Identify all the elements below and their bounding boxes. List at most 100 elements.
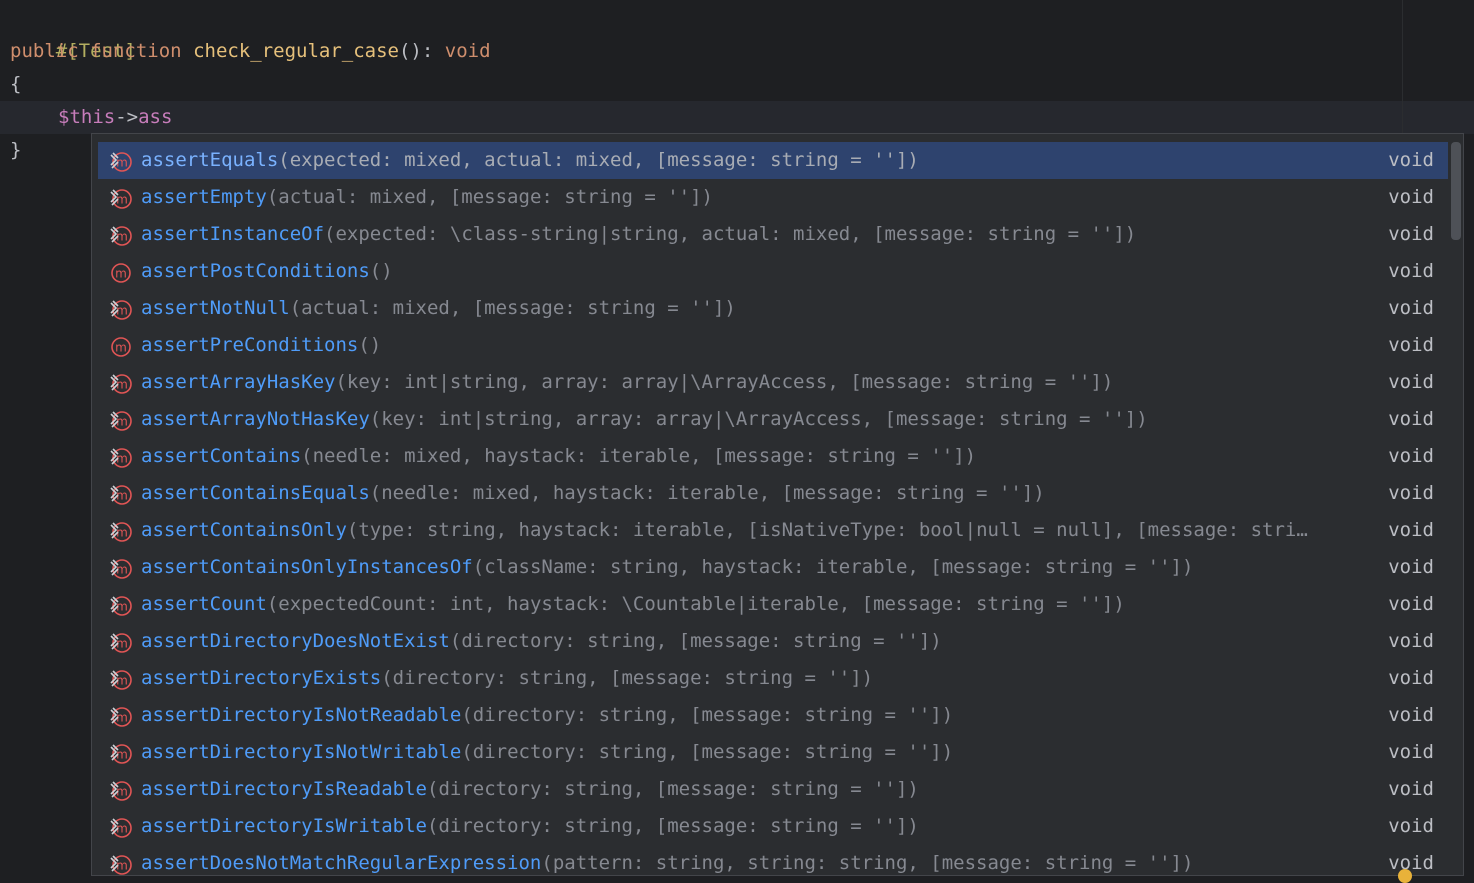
code-line-4[interactable]: $this->ass <box>58 101 185 134</box>
completion-item[interactable]: m assertDirectoryExists(directory: strin… <box>98 660 1448 697</box>
this-variable: $this <box>58 106 116 128</box>
completion-params: (directory: string, [message: string = '… <box>381 667 874 689</box>
completion-params: (actual: mixed, [message: string = '']) <box>289 297 736 319</box>
matched-prefix: ass <box>141 556 176 578</box>
completion-params: (needle: mixed, haystack: iterable, [mes… <box>301 445 977 467</box>
completion-method-name: assertDirectoryIsNotReadable <box>141 704 461 726</box>
matched-prefix: ass <box>141 445 176 467</box>
completion-return-type: void <box>1388 482 1434 504</box>
method-name-rest: ertNotNull <box>175 297 290 319</box>
completion-params: (expected: mixed, actual: mixed, [messag… <box>278 149 919 171</box>
method-name-rest: ertCount <box>175 593 267 615</box>
return-type: void <box>444 40 491 62</box>
completion-params: (directory: string, [message: string = '… <box>449 630 942 652</box>
completion-params: (actual: mixed, [message: string = '']) <box>266 186 713 208</box>
completion-return-type: void <box>1388 371 1434 393</box>
completion-item[interactable]: m assertDirectoryDoesNotExist(directory:… <box>98 623 1448 660</box>
method-name-rest: ertPreConditions <box>175 334 359 356</box>
completion-return-type: void <box>1388 297 1434 319</box>
matched-prefix: ass <box>141 186 176 208</box>
completion-return-type: void <box>1388 778 1434 800</box>
completion-method-name: assertDoesNotMatchRegularExpression <box>141 852 541 874</box>
method-implemented-icon: m <box>110 297 132 320</box>
completion-method-name: assertDirectoryIsReadable <box>141 778 427 800</box>
completion-return-type: void <box>1388 149 1434 171</box>
completion-item[interactable]: m assertDirectoryIsWritable(directory: s… <box>98 808 1448 845</box>
completion-scrollbar[interactable] <box>1451 142 1461 240</box>
method-name-rest: ertContainsOnly <box>175 519 347 541</box>
completion-item[interactable]: m assertContainsOnlyInstancesOf(classNam… <box>98 549 1448 586</box>
completion-method-name: assertEquals <box>141 149 278 171</box>
code-editor[interactable]: #[Test] public function check_regular_ca… <box>0 0 1474 883</box>
completion-method-name: assertArrayNotHasKey <box>141 408 370 430</box>
method-implemented-icon: m <box>110 704 132 727</box>
svg-text:m: m <box>115 341 127 355</box>
completion-method-name: assertNotNull <box>141 297 290 319</box>
completion-item[interactable]: m assertContainsOnly(type: string, hayst… <box>98 512 1448 549</box>
method-name-rest: ertContainsOnlyInstancesOf <box>175 556 473 578</box>
code-line-3[interactable]: { <box>10 68 21 101</box>
method-implemented-icon: m <box>110 815 132 838</box>
code-line-1[interactable]: #[Test] <box>10 2 136 62</box>
method-name-rest: ertArrayHasKey <box>175 371 336 393</box>
code-line-5[interactable]: } <box>10 134 21 167</box>
method-name-rest: ertDirectoryIsReadable <box>175 778 427 800</box>
matched-prefix: ass <box>141 223 176 245</box>
completion-params: (key: int|string, array: array|\ArrayAcc… <box>369 408 1148 430</box>
method-implemented-icon: m <box>110 778 132 801</box>
completion-item[interactable]: m assertDoesNotMatchRegularExpression(pa… <box>98 845 1448 875</box>
method-implemented-icon: m <box>110 149 132 172</box>
completion-method-name: assertPostConditions <box>141 260 370 282</box>
completion-method-name: assertDirectoryExists <box>141 667 381 689</box>
completion-item[interactable]: m assertInstanceOf(expected: \class-stri… <box>98 216 1448 253</box>
completion-item[interactable]: m assertEquals(expected: mixed, actual: … <box>98 142 1448 179</box>
completion-item[interactable]: m assertDirectoryIsNotReadable(directory… <box>98 697 1448 734</box>
completion-signature: assertContains(needle: mixed, haystack: … <box>141 438 1361 475</box>
completion-item[interactable]: m assertCount(expectedCount: int, haysta… <box>98 586 1448 623</box>
completion-return-type: void <box>1388 223 1434 245</box>
completion-popup[interactable]: m assertEquals(expected: mixed, actual: … <box>91 133 1464 876</box>
completion-item[interactable]: m assertContains(needle: mixed, haystack… <box>98 438 1448 475</box>
completion-method-name: assertDirectoryIsNotWritable <box>141 741 461 763</box>
completion-item[interactable]: m assertArrayNotHasKey(key: int|string, … <box>98 401 1448 438</box>
completion-signature: assertDirectoryExists(directory: string,… <box>141 660 1361 697</box>
method-name-rest: ertDirectoryExists <box>175 667 382 689</box>
current-line-highlight <box>0 101 1474 134</box>
completion-item[interactable]: m assertNotNull(actual: mixed, [message:… <box>98 290 1448 327</box>
completion-signature: assertDirectoryIsReadable(directory: str… <box>141 771 1361 808</box>
completion-item[interactable]: m assertDirectoryIsNotWritable(directory… <box>98 734 1448 771</box>
matched-prefix: ass <box>141 260 176 282</box>
completion-signature: assertArrayNotHasKey(key: int|string, ar… <box>141 401 1361 438</box>
completion-return-type: void <box>1388 186 1434 208</box>
matched-prefix: ass <box>141 741 176 763</box>
completion-item[interactable]: m assertArrayHasKey(key: int|string, arr… <box>98 364 1448 401</box>
completion-params: (directory: string, [message: string = '… <box>461 741 954 763</box>
completion-item[interactable]: m assertPostConditions() void <box>98 253 1448 290</box>
code-line-2[interactable]: public function check_regular_case(): vo… <box>10 35 491 68</box>
lightbulb-icon[interactable] <box>1398 869 1412 883</box>
method-name-rest: ertContainsEquals <box>175 482 370 504</box>
method-name-rest: ertDirectoryIsNotWritable <box>175 741 462 763</box>
completion-signature: assertInstanceOf(expected: \class-string… <box>141 216 1361 253</box>
parens: (): <box>398 40 434 62</box>
completion-item[interactable]: m assertPreConditions() void <box>98 327 1448 364</box>
completion-item[interactable]: m assertContainsEquals(needle: mixed, ha… <box>98 475 1448 512</box>
completion-signature: assertDirectoryIsNotReadable(directory: … <box>141 697 1361 734</box>
completion-signature: assertContainsOnlyInstancesOf(className:… <box>141 549 1361 586</box>
keyword-function: function <box>90 40 182 62</box>
completion-params: (type: string, haystack: iterable, [isNa… <box>346 519 1308 541</box>
matched-prefix: ass <box>141 334 176 356</box>
method-name-rest: ertEquals <box>175 149 279 171</box>
matched-prefix: ass <box>141 593 176 615</box>
method-implemented-icon: m <box>110 630 132 653</box>
matched-prefix: ass <box>141 371 176 393</box>
completion-params: (needle: mixed, haystack: iterable, [mes… <box>369 482 1045 504</box>
completion-item[interactable]: m assertDirectoryIsReadable(directory: s… <box>98 771 1448 808</box>
completion-signature: assertEmpty(actual: mixed, [message: str… <box>141 179 1361 216</box>
completion-method-name: assertInstanceOf <box>141 223 324 245</box>
completion-item[interactable]: m assertEmpty(actual: mixed, [message: s… <box>98 179 1448 216</box>
method-implemented-icon: m <box>110 408 132 431</box>
completion-signature: assertEquals(expected: mixed, actual: mi… <box>141 142 1361 179</box>
completion-return-type: void <box>1388 815 1434 837</box>
method-implemented-icon: m <box>110 556 132 579</box>
